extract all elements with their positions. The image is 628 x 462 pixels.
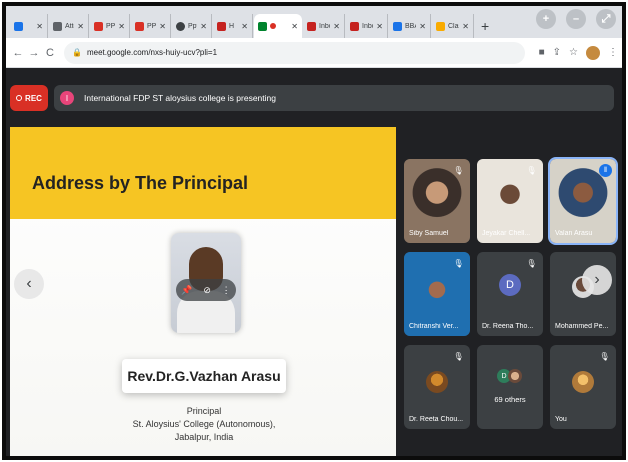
gmail-icon xyxy=(217,21,226,31)
url-text: meet.google.com/nxs-huiy-ucv?pli=1 xyxy=(86,48,218,57)
avatar xyxy=(426,371,448,393)
tab-favicon-icon xyxy=(176,21,185,31)
presentation-slide: Address by The Principal 📌 ⊘ ⋮ Rev.Dr.G.… xyxy=(10,127,396,456)
back-icon[interactable]: ← xyxy=(10,47,26,59)
close-icon[interactable]: ✕ xyxy=(376,22,383,31)
avatar xyxy=(508,369,522,383)
pin-icon[interactable]: 📌 xyxy=(181,285,192,296)
meet-icon xyxy=(258,21,267,31)
presenting-text: International FDP ST aloysius college is… xyxy=(84,93,276,103)
minimize-icon[interactable]: – xyxy=(566,9,586,29)
gmail-icon xyxy=(350,21,359,31)
others-tile[interactable]: D 69 others xyxy=(477,345,543,429)
close-icon[interactable]: ✕ xyxy=(241,22,248,31)
bookmark-star-icon[interactable]: ☆ xyxy=(569,47,578,58)
mic-off-icon[interactable]: ⊘ xyxy=(203,285,211,296)
meet-stage: REC I International FDP ST aloysius coll… xyxy=(6,69,622,456)
participant-tile[interactable]: 🎙 D Dr. Reena Tho... xyxy=(477,252,543,336)
close-icon[interactable]: ✕ xyxy=(118,22,125,31)
new-tab-button[interactable]: + xyxy=(475,14,495,38)
participant-tile[interactable]: 🎙 Siby Samuel xyxy=(404,159,470,243)
close-icon[interactable]: ✕ xyxy=(419,22,426,31)
expand-icon[interactable]: ⤢ xyxy=(596,9,616,29)
close-icon[interactable]: ✕ xyxy=(77,22,84,31)
participant-tile[interactable]: Mohammed Pe... xyxy=(550,252,616,336)
forward-icon[interactable]: → xyxy=(26,47,42,59)
classroom-icon xyxy=(436,21,445,31)
mic-off-icon: 🎙 xyxy=(526,166,537,175)
speaking-indicator-icon: ⦀ xyxy=(599,164,612,177)
participant-tile[interactable]: 🎙 Jeyakar Chell... xyxy=(477,159,543,243)
menu-dots-icon[interactable]: ⋮ xyxy=(608,47,618,58)
gmail-icon xyxy=(307,21,316,31)
tab-item[interactable]: ✕ xyxy=(10,14,48,38)
close-icon[interactable]: ✕ xyxy=(159,22,166,31)
zoom-in-icon[interactable]: + xyxy=(536,9,556,29)
lock-icon: 🔒 xyxy=(72,48,82,57)
mic-off-icon: 🎙 xyxy=(526,259,537,268)
tab-favicon-icon xyxy=(393,21,402,31)
reload-icon[interactable]: C xyxy=(42,47,58,59)
participant-tile-speaking[interactable]: ⦀ Valan Arasu xyxy=(548,157,618,245)
close-icon[interactable]: ✕ xyxy=(36,22,43,31)
recording-badge: REC xyxy=(10,85,48,111)
tab-item[interactable]: Ppt ✕ xyxy=(172,14,212,38)
mic-off-icon: 🎙 xyxy=(453,352,464,361)
chevron-left-icon[interactable]: ‹ xyxy=(14,269,44,299)
tab-favicon-icon xyxy=(135,21,144,31)
participant-tile[interactable]: 🎙 Chitranshi Ver... xyxy=(404,252,470,336)
self-tile[interactable]: 🎙 You xyxy=(550,345,616,429)
tab-strip: ✕ Atten ✕ PPT ✕ PPT ✕ Ppt ✕ H ✕ xyxy=(6,6,622,38)
tab-item[interactable]: PPT ✕ xyxy=(131,14,171,38)
tab-favicon-icon xyxy=(94,21,103,31)
camera-indicator-icon[interactable]: ■ xyxy=(539,47,545,58)
presenting-banner: I International FDP ST aloysius college … xyxy=(54,85,614,111)
mic-off-icon: 🎙 xyxy=(453,166,464,175)
others-count: 69 others xyxy=(494,395,526,404)
address-bar: ← → C 🔒 meet.google.com/nxs-huiy-ucv?pli… xyxy=(6,38,622,68)
tile-hover-controls[interactable]: 📌 ⊘ ⋮ xyxy=(176,279,236,301)
url-field[interactable]: 🔒 meet.google.com/nxs-huiy-ucv?pli=1 xyxy=(64,41,525,64)
close-icon[interactable]: ✕ xyxy=(462,22,469,31)
speaker-name: Rev.Dr.G.Vazhan Arasu xyxy=(122,359,286,393)
close-icon[interactable]: ✕ xyxy=(200,22,207,31)
mic-off-icon: 🎙 xyxy=(453,259,464,268)
more-options-icon[interactable]: ⋮ xyxy=(222,285,231,296)
tab-item[interactable]: BBA ✕ xyxy=(389,14,431,38)
tab-item[interactable]: PPT ✕ xyxy=(90,14,130,38)
speaker-designation: Principal St. Aloysius' College (Autonom… xyxy=(132,406,276,442)
tab-item[interactable]: Inbo ✕ xyxy=(346,14,388,38)
tab-item[interactable]: Clas ✕ xyxy=(432,14,474,38)
tab-item-active[interactable]: ✕ xyxy=(254,14,302,38)
participant-tile[interactable]: 🎙 Dr. Reeta Chou... xyxy=(404,345,470,429)
browser-window: ✕ Atten ✕ PPT ✕ PPT ✕ Ppt ✕ H ✕ xyxy=(2,2,626,460)
close-icon[interactable]: ✕ xyxy=(333,22,340,31)
close-icon[interactable]: ✕ xyxy=(291,22,298,31)
slide-title: Address by The Principal xyxy=(32,173,249,193)
tab-item[interactable]: Inbo ✕ xyxy=(303,14,345,38)
presenter-avatar: I xyxy=(60,91,74,105)
tab-item[interactable]: H ✕ xyxy=(213,14,253,38)
profile-avatar[interactable] xyxy=(586,45,600,60)
avatar: D xyxy=(499,274,521,296)
chevron-right-icon[interactable]: › xyxy=(582,265,612,295)
mic-off-icon: 🎙 xyxy=(599,352,610,361)
avatar xyxy=(572,371,594,393)
tab-favicon-icon xyxy=(53,21,62,31)
tab-favicon-icon xyxy=(14,21,23,31)
share-icon[interactable]: ⇪ xyxy=(553,47,561,58)
recording-indicator-icon xyxy=(270,23,276,29)
tab-item[interactable]: Atten ✕ xyxy=(49,14,89,38)
record-icon xyxy=(16,95,23,101)
